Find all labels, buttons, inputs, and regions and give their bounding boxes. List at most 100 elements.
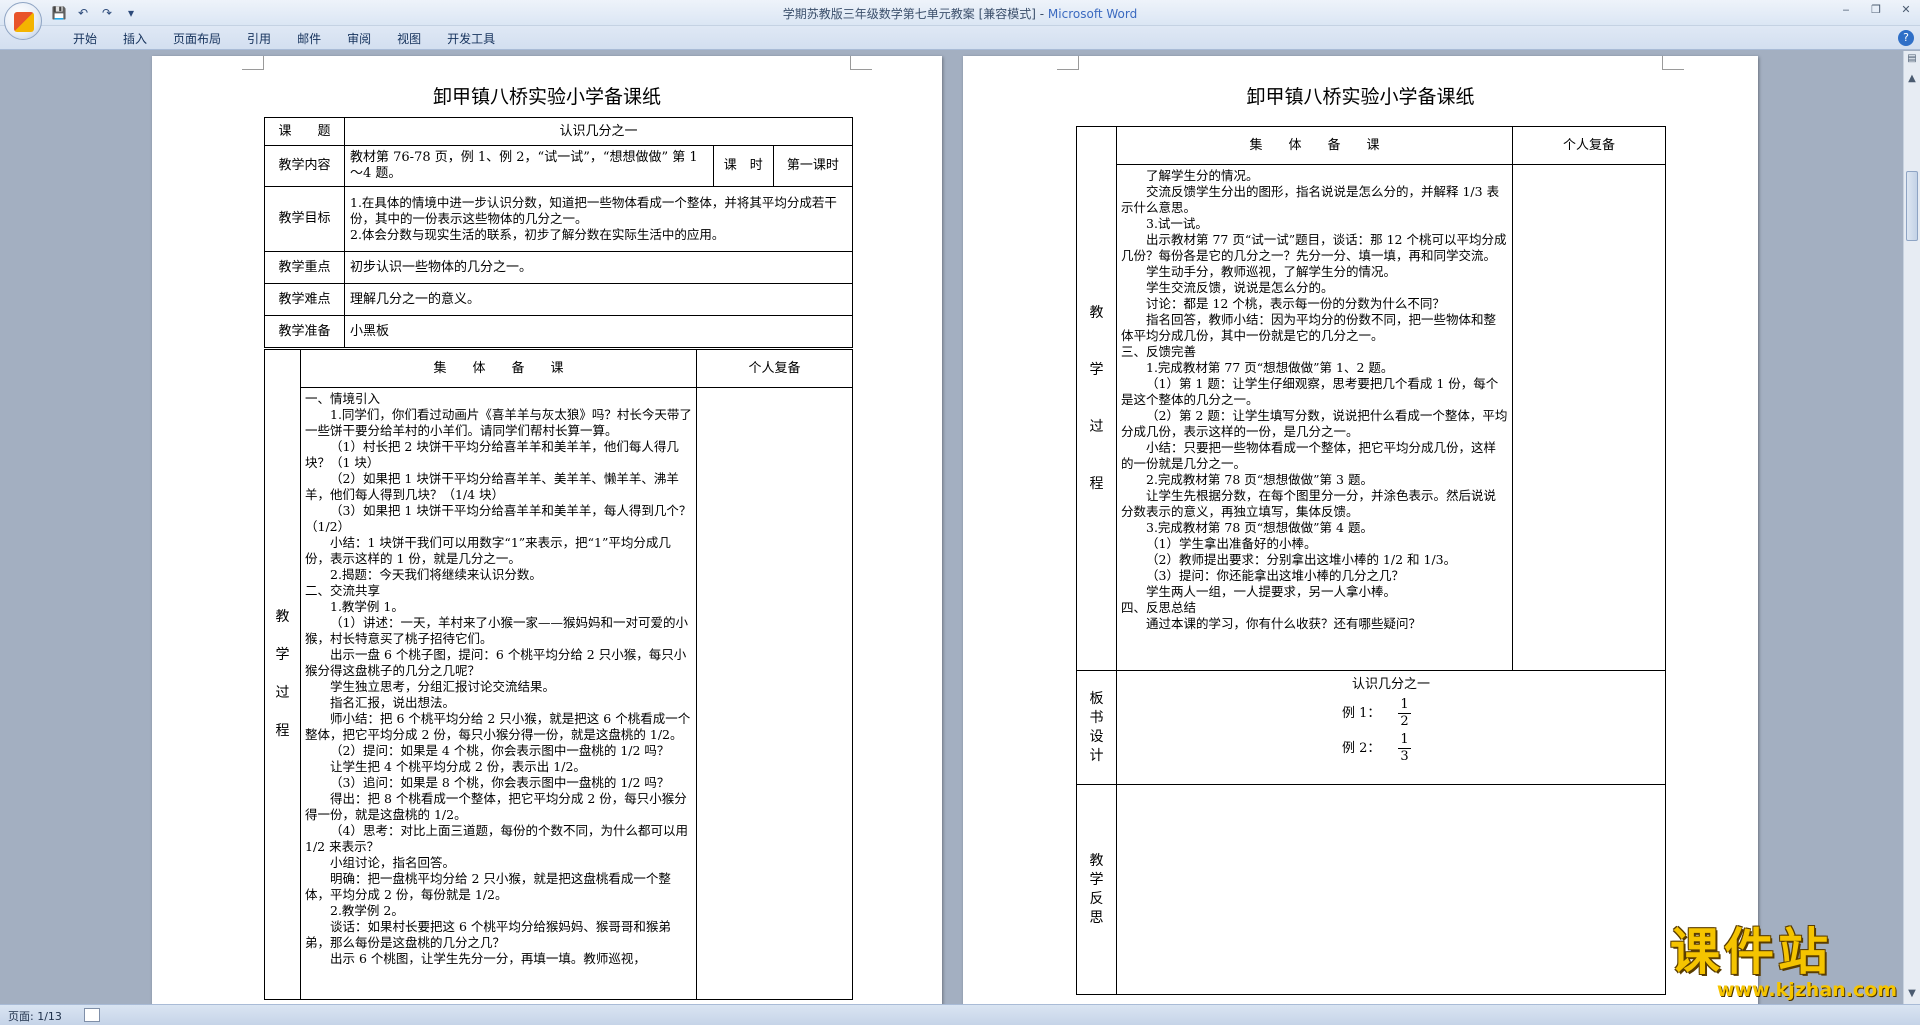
watermark-logo: 课件站 www.kjzhan.com (1670, 925, 1905, 1001)
personal-body[interactable] (1512, 164, 1666, 671)
lesson-plan-table: 课 题 认识几分之一 教学内容 教材第 76-78 页，例 1、例 2，“试一试… (264, 117, 854, 348)
document-page-2[interactable]: 卸甲镇八桥实验小学备课纸 教 学 过 程 集 体 备 课 个人复备 了解学生分的… (963, 56, 1758, 1004)
process-line: 2.教学例 2。 (330, 903, 404, 918)
tab-view[interactable]: 视图 (384, 30, 434, 47)
tab-insert[interactable]: 插入 (110, 30, 160, 47)
process-line: 了解学生分的情况。 (1146, 168, 1259, 183)
process-line: （2）教师提出要求：分别拿出这堆小棒的 1/2 和 1/3。 (1146, 552, 1457, 567)
process-line: 出示一盘 6 个桃子图，提问：6 个桃平均分给 2 只小猴，每只小猴分得这盘桃子… (305, 647, 687, 678)
window-controls: ‒ ❐ ✕ (1838, 3, 1914, 16)
process-table-continued: 教 学 过 程 集 体 备 课 个人复备 了解学生分的情况。 交流反馈学生分出的… (1076, 126, 1666, 995)
vertical-scrollbar[interactable]: ▤ ▲ ▼ (1903, 51, 1920, 1004)
process-line: 让学生先根据分数，在每个图里分一分，并涂色表示。然后说说分数表示的意义，再独立填… (1121, 488, 1497, 519)
ruler-toggle-icon[interactable]: ▤ (1905, 53, 1919, 67)
numerator: 1 (1398, 732, 1411, 749)
goal-label: 教学目标 (264, 186, 345, 252)
process-line: 指名汇报，说出想法。 (330, 695, 456, 710)
prep-label: 教学准备 (264, 315, 345, 348)
status-bar: 页面: 1/13 (0, 1004, 1920, 1025)
process-line: 三、反馈完善 (1121, 344, 1197, 359)
process-line: （3）提问：你还能拿出这堆小棒的几分之几？ (1146, 568, 1404, 583)
scroll-down-icon[interactable]: ▼ (1905, 988, 1919, 1002)
denominator: 2 (1400, 714, 1409, 729)
tab-review[interactable]: 审阅 (334, 30, 384, 47)
board-design: 认识几分之一 例 1： 1 2 例 2： 1 3 (1116, 670, 1666, 785)
group-header: 集 体 备 课 (300, 349, 697, 388)
process-line: 讨论：都是 12 个桃，表示每一份的分数为什么不同？ (1146, 296, 1445, 311)
process-line: 小结：只要把一些物体看成一个整体，把它平均分成几份，这样的一份就是几分之一。 (1121, 440, 1497, 471)
process-line: 学生两人一组，一人提要求，另一人拿小棒。 (1146, 584, 1397, 599)
process-line: 2.完成教材第 78 页“想想做做”第 3 题。 (1146, 472, 1373, 487)
tab-home[interactable]: 开始 (60, 30, 110, 47)
process-body: 一、情境引入 1.同学们，你们看过动画片《喜羊羊与灰太狼》吗？村长今天带了一些饼… (300, 387, 697, 1000)
board-example-1: 例 1： 1 2 (1122, 697, 1660, 730)
language-icon[interactable] (84, 1008, 100, 1022)
content-label: 教学内容 (264, 145, 345, 187)
document-name: 学期苏教版三年级数学第七单元教案 [兼容模式] - (782, 7, 1048, 21)
minimize-button[interactable]: ‒ (1838, 3, 1854, 16)
watermark-url: www.kjzhan.com (1716, 979, 1897, 1001)
reflection-body[interactable] (1116, 784, 1666, 995)
process-line: （2）如果把 1 块饼干平均分给喜羊羊、美羊羊、懒羊羊、沸羊羊，他们每人得到几块… (305, 471, 679, 502)
process-label: 教 学 过 程 (1076, 126, 1117, 671)
process-line: （2）第 2 题：让学生填写分数，说说把什么看成一个整体，平均分成几份，表示这样… (1121, 408, 1508, 439)
difficulty-label: 教学难点 (264, 283, 345, 316)
maximize-button[interactable]: ❐ (1868, 3, 1884, 16)
margin-mark (242, 56, 264, 70)
hours-label: 课 时 (712, 145, 774, 187)
board-example-2: 例 2： 1 3 (1122, 732, 1660, 765)
process-line: 1.同学们，你们看过动画片《喜羊羊与灰太狼》吗？村长今天带了一些饼干要分给羊村的… (305, 407, 692, 438)
process-line: （1）村长把 2 块饼干平均分给喜羊羊和美羊羊，他们每人得几块？（1 块） (305, 439, 679, 470)
key-label: 教学重点 (264, 251, 345, 284)
personal-body[interactable] (696, 387, 853, 1000)
denominator: 3 (1400, 749, 1409, 764)
board-label: 板 书 设 计 (1076, 670, 1117, 785)
tab-page-layout[interactable]: 页面布局 (160, 30, 234, 47)
tab-developer[interactable]: 开发工具 (434, 30, 508, 47)
office-button[interactable] (4, 2, 42, 40)
scroll-thumb[interactable] (1906, 171, 1918, 241)
process-line: （2）提问：如果是 4 个桃，你会表示图中一盘桃的 1/2 吗？ (330, 743, 670, 758)
process-line: 一、情境引入 (305, 391, 381, 406)
title-bar: 💾 ↶ ↷ ▾ 学期苏教版三年级数学第七单元教案 [兼容模式] - Micros… (0, 0, 1920, 40)
reflection-label: 教 学 反 思 (1076, 784, 1117, 995)
process-line: 通过本课的学习，你有什么收获？还有哪些疑问？ (1146, 616, 1422, 631)
margin-mark (1662, 56, 1684, 70)
key-value: 初步认识一些物体的几分之一。 (344, 251, 853, 284)
process-line: （1）第 1 题：让学生仔细观察，思考要把几个看成 1 份，每个是这个整体的几分… (1121, 376, 1499, 407)
app-name: Microsoft Word (1047, 7, 1138, 21)
process-line: 得出：把 8 个桃看成一个整体，把它平均分成 2 份，每只小猴分得一份，就是这盘… (305, 791, 687, 822)
process-line: 学生动手分，教师巡视，了解学生分的情况。 (1146, 264, 1397, 279)
help-icon[interactable]: ? (1898, 30, 1914, 46)
process-body: 了解学生分的情况。 交流反馈学生分出的图形，指名说说是怎么分的，并解释 1/3 … (1116, 164, 1513, 671)
document-page-1[interactable]: 卸甲镇八桥实验小学备课纸 课 题 认识几分之一 教学内容 教材第 76-78 页… (152, 56, 942, 1004)
process-label: 教 学 过 程 (264, 349, 301, 1000)
tab-references[interactable]: 引用 (234, 30, 284, 47)
process-line: 3.完成教材第 78 页“想想做做”第 4 题。 (1146, 520, 1373, 535)
close-button[interactable]: ✕ (1898, 3, 1914, 16)
process-line: 师小结：把 6 个桃平均分给 2 只小猴，就是把这 6 个桃看成一个整体，把它平… (305, 711, 691, 742)
office-logo-icon (14, 12, 34, 32)
board-example-label: 例 2： (1342, 741, 1381, 756)
group-header: 集 体 备 课 (1116, 126, 1513, 165)
window-title: 学期苏教版三年级数学第七单元教案 [兼容模式] - Microsoft Word (0, 5, 1920, 22)
prep-value: 小黑板 (344, 315, 853, 348)
margin-mark (1057, 56, 1079, 70)
personal-header: 个人复备 (1512, 126, 1666, 165)
page-indicator[interactable]: 页面: 1/13 (8, 1008, 62, 1024)
document-workspace[interactable]: 卸甲镇八桥实验小学备课纸 课 题 认识几分之一 教学内容 教材第 76-78 页… (0, 51, 1903, 1004)
process-line: 四、反思总结 (1121, 600, 1197, 615)
tab-mailings[interactable]: 邮件 (284, 30, 334, 47)
fraction: 12 (1398, 697, 1411, 730)
margin-mark (850, 56, 872, 70)
process-line: 3.试一试。 (1146, 216, 1208, 231)
page-title: 卸甲镇八桥实验小学备课纸 (432, 86, 661, 108)
scroll-up-icon[interactable]: ▲ (1905, 73, 1919, 87)
board-title: 认识几分之一 (1352, 677, 1431, 692)
process-line: 指名回答，教师小结：因为平均分的份数不同，把一些物体和整体平均分成几份，其中一份… (1121, 312, 1497, 343)
content-value: 教材第 76-78 页，例 1、例 2，“试一试”，“想想做做” 第 1～4 题… (344, 145, 714, 187)
process-line: 明确：把一盘桃平均分给 2 只小猴，就是把这盘桃看成一个整体，平均分成 2 份，… (305, 871, 671, 902)
process-line: 谈话：如果村长要把这 6 个桃平均分给猴妈妈、猴哥哥和猴弟弟，那么每份是这盘桃的… (305, 919, 671, 950)
fraction: 13 (1398, 732, 1411, 765)
process-line: 学生交流反馈，说说是怎么分的。 (1146, 280, 1334, 295)
